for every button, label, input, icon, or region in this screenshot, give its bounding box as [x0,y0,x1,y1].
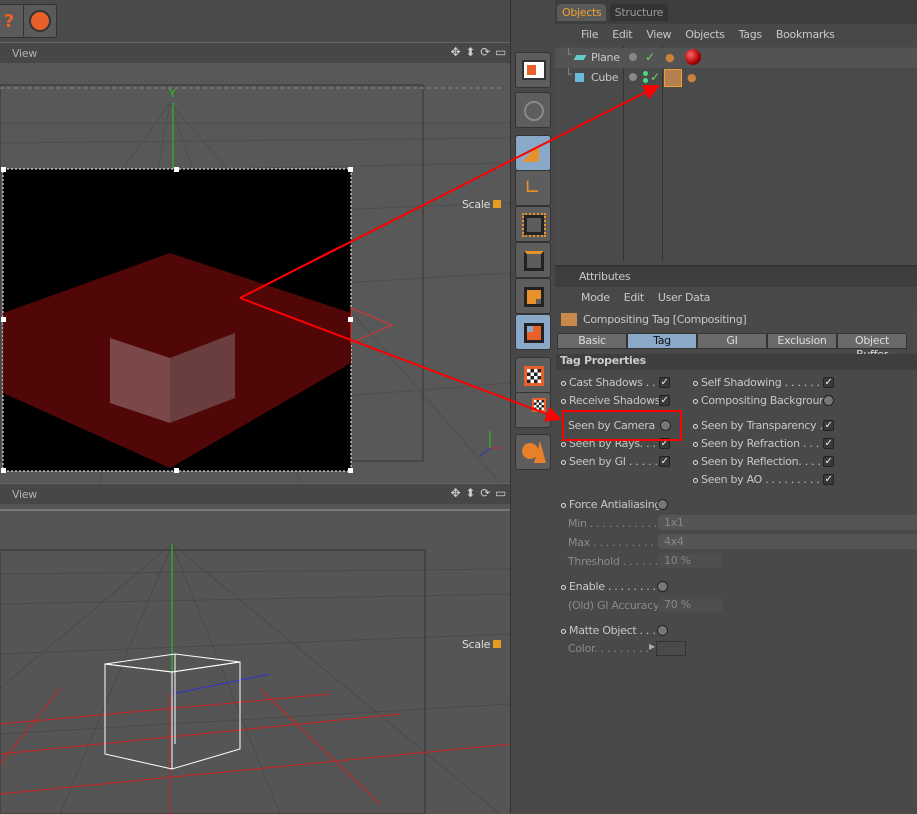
annotation-arrow [239,85,660,299]
annotation-arrow [239,297,562,422]
annotation-highlight-box [562,410,682,441]
annotation-overlay [239,85,682,441]
